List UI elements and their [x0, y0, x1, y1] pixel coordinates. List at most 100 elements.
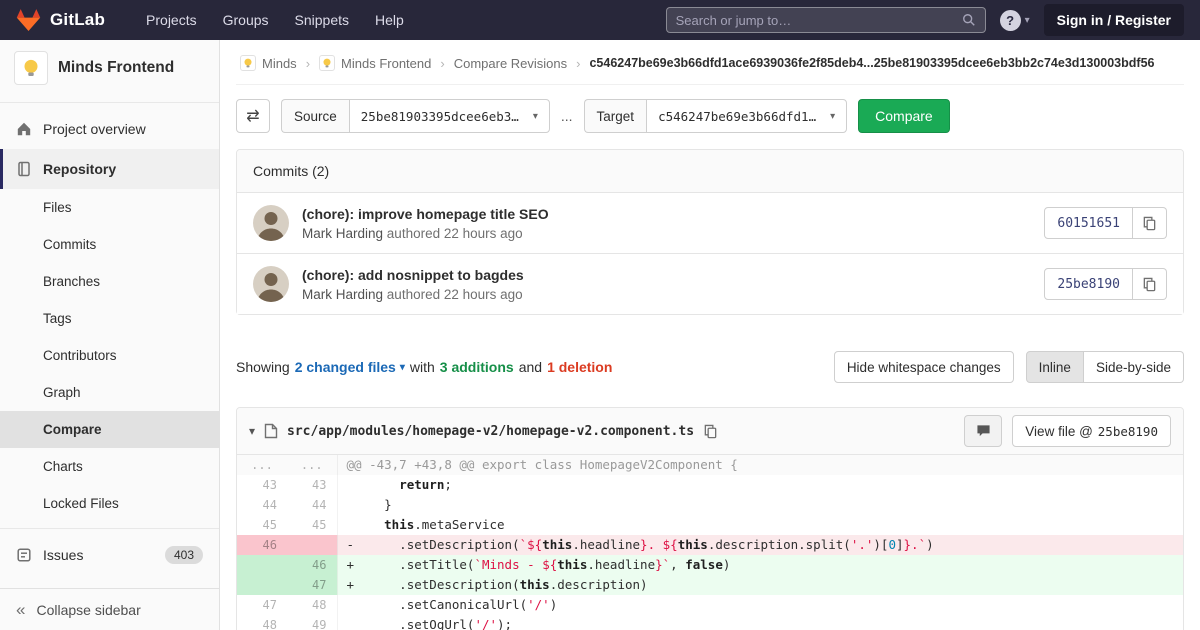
navbar-item-help[interactable]: Help	[362, 0, 417, 40]
diff-summary-row: Showing 2 changed files ▾ with 3 additio…	[236, 351, 1184, 383]
old-line-number[interactable]: 43	[237, 475, 287, 495]
changed-files-dropdown[interactable]: 2 changed files ▾	[295, 359, 405, 375]
view-file-button[interactable]: View file @ 25be8190	[1012, 415, 1171, 447]
breadcrumb-item-minds-frontend[interactable]: Minds Frontend	[319, 55, 431, 71]
copy-sha-button[interactable]	[1133, 207, 1167, 239]
sidebar-item-graph[interactable]: Graph	[0, 374, 219, 411]
commit-author-link[interactable]: Mark Harding	[302, 226, 383, 241]
old-line-number[interactable]: 46	[237, 535, 287, 555]
navbar-item-snippets[interactable]: Snippets	[282, 0, 362, 40]
collapse-diff-caret-icon[interactable]: ▾	[249, 424, 255, 438]
lightbulb-icon	[18, 55, 44, 81]
sidebar-item-project-overview[interactable]: Project overview	[0, 109, 219, 149]
old-line-number[interactable]: 48	[237, 615, 287, 630]
search-input[interactable]	[675, 12, 954, 28]
diff-row: 48 49 .setOgUrl('/');	[237, 615, 1183, 630]
code-line: this.metaService	[337, 515, 1183, 535]
search-icon	[962, 13, 976, 27]
toggle-comments-button[interactable]	[964, 415, 1003, 447]
sidebar-item-commits[interactable]: Commits	[0, 226, 219, 263]
old-line-number[interactable]: 47	[237, 595, 287, 615]
new-line-number[interactable]: 44	[287, 495, 338, 515]
diff-sign	[347, 497, 355, 512]
copy-path-button[interactable]	[703, 424, 718, 439]
project-name[interactable]: Minds Frontend	[58, 59, 174, 77]
deletions-count: 1 deletion	[547, 359, 613, 375]
breadcrumb-label: Compare Revisions	[453, 55, 568, 71]
help-menu[interactable]: ? ▾	[999, 9, 1030, 31]
old-line-number[interactable]	[237, 575, 287, 595]
gitlab-home-link[interactable]: GitLab	[16, 8, 105, 32]
navbar-item-groups[interactable]: Groups	[210, 0, 282, 40]
project-avatar[interactable]	[14, 51, 48, 85]
commit-sha-group: 60151651	[1044, 207, 1167, 239]
sidebar-item-locked-files[interactable]: Locked Files	[0, 485, 219, 522]
question-icon: ?	[999, 9, 1021, 31]
copy-sha-button[interactable]	[1133, 268, 1167, 300]
side-by-side-view-button[interactable]: Side-by-side	[1083, 351, 1184, 383]
search-box[interactable]	[665, 7, 986, 33]
navbar-right: ? ▾ Sign in / Register	[665, 4, 1184, 36]
inline-view-button[interactable]: Inline	[1025, 351, 1084, 383]
project-context-header[interactable]: Minds Frontend	[0, 40, 219, 96]
diff-row: 46 - .setDescription(`${this.headline}. $…	[237, 535, 1183, 555]
diff-table: ...... @@ -43,7 +43,8 @@ export class Hom…	[237, 455, 1183, 630]
sidebar-item-contributors[interactable]: Contributors	[0, 337, 219, 374]
code-line: }	[337, 495, 1183, 515]
sidebar-item-issues[interactable]: Issues 403	[0, 535, 219, 575]
breadcrumb-label: Minds	[262, 55, 297, 71]
diff-header-actions: View file @ 25be8190	[964, 415, 1171, 447]
breadcrumb-separator-icon: ›	[305, 55, 311, 71]
commit-title-link[interactable]: (chore): improve homepage title SEO	[302, 206, 549, 222]
breadcrumb-item-minds[interactable]: Minds	[240, 55, 297, 71]
hide-whitespace-button[interactable]: Hide whitespace changes	[833, 351, 1014, 383]
commit-sha-group: 25be8190	[1044, 268, 1167, 300]
old-line-number[interactable]: ...	[237, 455, 287, 475]
sidebar-item-tags[interactable]: Tags	[0, 300, 219, 337]
commit-sha-button[interactable]: 25be8190	[1044, 268, 1133, 300]
new-line-number[interactable]: 46	[287, 555, 338, 575]
new-line-number[interactable]: 49	[287, 615, 338, 630]
sidebar-item-branches[interactable]: Branches	[0, 263, 219, 300]
divider	[0, 528, 219, 529]
sidebar-item-files[interactable]: Files	[0, 189, 219, 226]
sidebar-repo-list: Files Commits Branches Tags Contributors Grap…	[0, 189, 219, 522]
commit-sha-button[interactable]: 60151651	[1044, 207, 1133, 239]
sidebar-item-charts[interactable]: Charts	[0, 448, 219, 485]
source-ref-dropdown[interactable]: 25be81903395dcee6eb3… ▾	[348, 99, 550, 133]
new-line-number[interactable]: 43	[287, 475, 338, 495]
diff-table-body: ...... @@ -43,7 +43,8 @@ export class Hom…	[237, 455, 1183, 630]
commit-meta-text: authored 22 hours ago	[386, 225, 523, 241]
home-icon	[16, 121, 32, 137]
commit-author-link[interactable]: Mark Harding	[302, 287, 383, 302]
diff-row: 47 + .setDescription(this.description)	[237, 575, 1183, 595]
commit-title-link[interactable]: (chore): add nosnippet to bagdes	[302, 267, 524, 283]
new-line-number[interactable]: 47	[287, 575, 338, 595]
diff-file-panel: ▾ src/app/modules/homepage-v2/homepage-v…	[236, 407, 1184, 630]
commit-meta: Mark Harding authored 22 hours ago	[302, 226, 549, 241]
navbar-item-projects[interactable]: Projects	[133, 0, 210, 40]
sign-in-button[interactable]: Sign in / Register	[1043, 4, 1184, 36]
user-avatar[interactable]	[253, 266, 289, 302]
old-line-number[interactable]: 44	[237, 495, 287, 515]
breadcrumb-item-compare-revisions[interactable]: Compare Revisions	[454, 56, 567, 71]
sidebar: Minds Frontend Project overview Reposito…	[0, 40, 220, 630]
file-icon	[264, 423, 278, 439]
new-line-number[interactable]: 45	[287, 515, 338, 535]
new-line-number[interactable]: ...	[287, 455, 338, 475]
user-avatar[interactable]	[253, 205, 289, 241]
swap-revisions-button[interactable]: ⇄	[236, 99, 270, 133]
compare-button[interactable]: Compare	[858, 99, 950, 133]
diff-row: 45 45 this.metaService	[237, 515, 1183, 535]
collapse-sidebar-button[interactable]: « Collapse sidebar	[0, 588, 219, 630]
old-line-number[interactable]: 45	[237, 515, 287, 535]
target-ref-dropdown[interactable]: c546247be69e3b66dfd1… ▾	[646, 99, 848, 133]
view-file-label: View file @	[1025, 423, 1093, 439]
brand-title[interactable]: GitLab	[50, 10, 105, 30]
new-line-number[interactable]	[287, 535, 338, 555]
sidebar-item-compare[interactable]: Compare	[0, 411, 219, 448]
swap-icon: ⇄	[246, 108, 260, 125]
new-line-number[interactable]: 48	[287, 595, 338, 615]
sidebar-item-repository[interactable]: Repository	[0, 149, 219, 189]
old-line-number[interactable]	[237, 555, 287, 575]
